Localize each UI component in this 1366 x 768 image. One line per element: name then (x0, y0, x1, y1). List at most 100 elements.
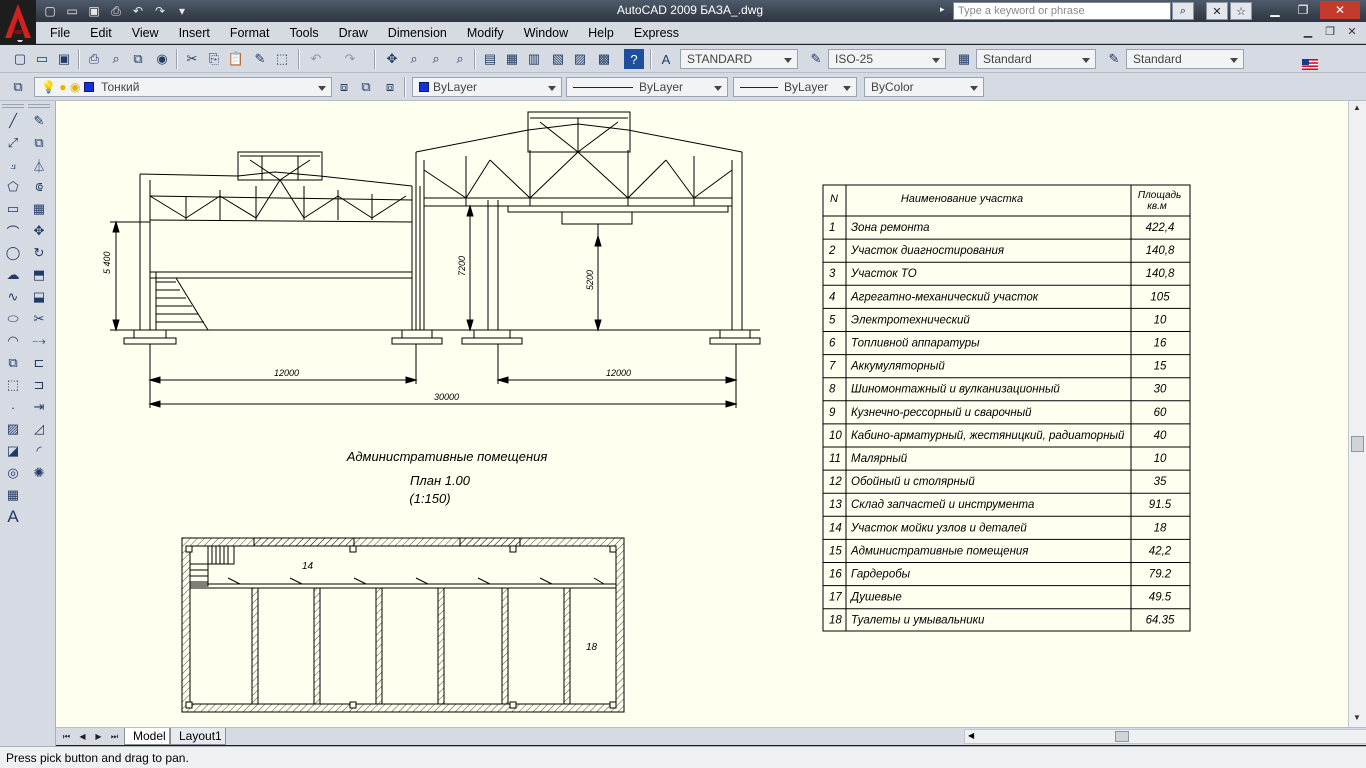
help-icon[interactable]: ? (624, 49, 644, 69)
pan-realtime-icon[interactable]: ✥ (382, 49, 402, 69)
qa-dropdown-icon[interactable]: ▾ (172, 2, 192, 20)
menu-modify[interactable]: Modify (457, 25, 514, 43)
zoom-realtime-icon[interactable]: ⌕ (404, 49, 424, 69)
qnew-icon[interactable]: ▢ (10, 49, 30, 69)
extend-icon[interactable]: ⤍ (28, 330, 50, 352)
offset-icon[interactable]: ⟃ (28, 176, 50, 198)
doc-minimize-icon[interactable]: ▁ (1298, 25, 1318, 41)
copy-icon[interactable]: ⎘ (204, 49, 224, 69)
tool-palettes-icon[interactable]: ▥ (524, 49, 544, 69)
plot-icon[interactable]: ⎙ (84, 49, 104, 69)
design-center-icon[interactable]: ▦ (502, 49, 522, 69)
maximize-icon[interactable]: ❐ (1290, 1, 1316, 19)
publish-icon[interactable]: ⧉ (128, 49, 148, 69)
plot-preview-icon[interactable]: ⌕ (106, 49, 126, 69)
last-tab-icon[interactable]: ⏭ (108, 730, 121, 743)
ellipse-arc-icon[interactable]: ◠ (2, 330, 24, 352)
text-style-icon[interactable]: A (656, 49, 676, 69)
scroll-down-icon[interactable]: ▼ (1353, 713, 1361, 722)
move-icon[interactable]: ✥ (28, 220, 50, 242)
layer-states-icon[interactable]: ⧈ (380, 77, 400, 97)
menu-file[interactable]: File (40, 25, 80, 43)
layer-previous-icon[interactable]: ⧉ (356, 77, 376, 97)
explode-icon[interactable]: ✺ (28, 462, 50, 484)
stretch-icon[interactable]: ⬓ (28, 286, 50, 308)
make-block-icon[interactable]: ⬚ (2, 374, 24, 396)
search-icon[interactable]: ⌕ (1172, 2, 1194, 20)
rotate-icon[interactable]: ↻ (28, 242, 50, 264)
array-icon[interactable]: ▦ (28, 198, 50, 220)
menu-view[interactable]: View (122, 25, 169, 43)
dim-style-dropdown[interactable]: ISO-25 (828, 49, 946, 69)
chamfer-icon[interactable]: ◿ (28, 418, 50, 440)
horizontal-scrollbar[interactable]: ◀ ▶ (964, 729, 1366, 744)
fillet-icon[interactable]: ◜ (28, 440, 50, 462)
multileader-style-dropdown[interactable]: Standard (1126, 49, 1244, 69)
polyline-icon[interactable]: ⟓ (2, 154, 24, 176)
open-file-icon[interactable]: ▭ (62, 2, 82, 20)
scroll-up-icon[interactable]: ▲ (1353, 103, 1361, 112)
match-properties-icon[interactable]: ✎ (250, 49, 270, 69)
undo-icon[interactable]: ↶ (128, 2, 148, 20)
plot-style-dropdown[interactable]: ByColor (864, 77, 984, 97)
communication-center-icon[interactable]: ✕ (1206, 2, 1228, 20)
linetype-dropdown[interactable]: ByLayer (566, 77, 728, 97)
menu-help[interactable]: Help (578, 25, 624, 43)
hatch-icon[interactable]: ▨ (2, 418, 24, 440)
color-dropdown[interactable]: ByLayer (412, 77, 562, 97)
vertical-scrollbar[interactable]: ▲ ▼ (1348, 101, 1366, 727)
region-icon[interactable]: ◎ (2, 462, 24, 484)
arc-icon[interactable]: ⌒ (2, 220, 24, 242)
menu-dimension[interactable]: Dimension (378, 25, 457, 43)
vertical-scroll-thumb[interactable] (1351, 436, 1364, 452)
dim-style-icon[interactable]: ✎ (806, 49, 826, 69)
search-expand-icon[interactable]: ▸ (940, 4, 945, 15)
close-icon[interactable]: ✕ (1320, 1, 1360, 19)
construction-line-icon[interactable]: ⤢ (2, 132, 24, 154)
table-style-icon[interactable]: ▦ (954, 49, 974, 69)
scroll-left-icon[interactable]: ◀ (968, 731, 974, 740)
minimize-icon[interactable]: ▁ (1262, 1, 1288, 19)
circle-icon[interactable]: ◯ (2, 242, 24, 264)
revision-cloud-icon[interactable]: ☁ (2, 264, 24, 286)
join-icon[interactable]: ⇥ (28, 396, 50, 418)
plot-icon[interactable]: ⎙ (106, 2, 126, 20)
text-style-dropdown[interactable]: STANDARD (680, 49, 798, 69)
trim-icon[interactable]: ✂ (28, 308, 50, 330)
layer-properties-icon[interactable]: ⧉ (8, 77, 28, 97)
menu-format[interactable]: Format (220, 25, 280, 43)
search-input[interactable] (953, 2, 1171, 20)
save-icon[interactable]: ▣ (54, 49, 74, 69)
cut-icon[interactable]: ✂ (182, 49, 202, 69)
undo-icon[interactable]: ↶ (306, 49, 326, 69)
lineweight-dropdown[interactable]: ByLayer (733, 77, 857, 97)
make-layer-current-icon[interactable]: ⧈ (334, 77, 354, 97)
break-at-point-icon[interactable]: ⊏ (28, 352, 50, 374)
table-icon[interactable]: ▦ (2, 484, 24, 506)
favorites-star-icon[interactable]: ☆ (1230, 2, 1252, 20)
table-style-dropdown[interactable]: Standard (976, 49, 1096, 69)
mirror-icon[interactable]: ⏃ (28, 154, 50, 176)
paste-icon[interactable]: 📋 (226, 49, 246, 69)
layer-dropdown[interactable]: 💡 ● ◉ Тонкий (34, 77, 332, 97)
ellipse-icon[interactable]: ⬭ (2, 308, 24, 330)
erase-icon[interactable]: ✎ (28, 110, 50, 132)
polygon-icon[interactable]: ⬠ (2, 176, 24, 198)
spline-icon[interactable]: ∿ (2, 286, 24, 308)
zoom-previous-icon[interactable]: ⌕ (450, 49, 470, 69)
properties-icon[interactable]: ▤ (480, 49, 500, 69)
next-tab-icon[interactable]: ▶ (92, 730, 105, 743)
menu-insert[interactable]: Insert (169, 25, 220, 43)
new-file-icon[interactable]: ▢ (40, 2, 60, 20)
copy-object-icon[interactable]: ⧉ (28, 132, 50, 154)
3dwf-icon[interactable]: ◉ (152, 49, 172, 69)
command-line[interactable]: Press pick button and drag to pan. (0, 746, 1366, 768)
menu-draw[interactable]: Draw (329, 25, 378, 43)
point-icon[interactable]: · (2, 396, 24, 418)
menu-window[interactable]: Window (514, 25, 578, 43)
horizontal-scroll-thumb[interactable] (1115, 731, 1129, 742)
redo-icon[interactable]: ↷ (150, 2, 170, 20)
line-icon[interactable]: ╱ (2, 110, 24, 132)
markup-set-icon[interactable]: ▨ (570, 49, 590, 69)
block-editor-icon[interactable]: ⬚ (272, 49, 292, 69)
